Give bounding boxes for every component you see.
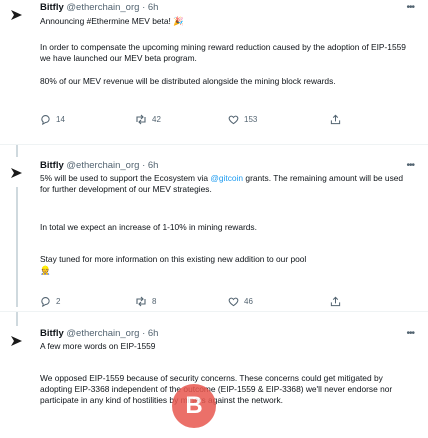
reply-count: 14 (56, 115, 65, 124)
reply-icon (41, 115, 50, 125)
tweet-text: 5% will be used to support the Ecosystem… (40, 173, 404, 194)
watermark-logo: B (172, 384, 216, 428)
more-options-icon[interactable]: ••• (406, 160, 414, 171)
like-button[interactable]: 153 (228, 114, 257, 125)
more-options-icon[interactable]: ••• (406, 2, 414, 13)
avatar[interactable] (6, 162, 28, 184)
retweet-button[interactable]: 8 (135, 296, 156, 307)
user-handle[interactable]: @etherchain_org (66, 160, 139, 171)
tweet-actions: 14 42 153 (40, 114, 414, 126)
retweet-button[interactable]: 42 (135, 114, 161, 125)
bitfly-logo-icon (11, 10, 22, 20)
like-count: 46 (244, 297, 253, 306)
reply-count: 2 (56, 297, 61, 306)
tweet-headline: Announcing #Ethermine MEV beta! 🎉 (40, 16, 184, 26)
tweet-actions: 2 8 46 (40, 296, 414, 308)
like-button[interactable]: 46 (228, 296, 253, 307)
retweet-count: 42 (152, 115, 161, 124)
timestamp[interactable]: 6h (148, 2, 159, 13)
avatar[interactable] (6, 330, 28, 352)
share-icon (330, 296, 341, 307)
like-count: 153 (244, 115, 258, 124)
retweet-icon (136, 296, 146, 307)
thread-line (16, 145, 18, 157)
tweet-header: Bitfly @etherchain_org · 6h (40, 160, 159, 171)
reply-button[interactable]: 14 (40, 114, 65, 125)
bitfly-logo-icon (11, 336, 22, 346)
share-button[interactable] (330, 114, 341, 125)
tweet-text: In total we expect an increase of 1-10% … (40, 222, 257, 232)
mention-link[interactable]: @gitcoin (210, 173, 243, 183)
timestamp[interactable]: 6h (148, 328, 159, 339)
share-icon (330, 114, 341, 125)
display-name[interactable]: Bitfly (40, 160, 64, 171)
reply-icon (41, 297, 50, 307)
tweet-text: Stay tuned for more information on this … (40, 254, 307, 275)
tweet-text: In order to compensate the upcoming mini… (40, 42, 406, 63)
bitfly-logo-icon (11, 168, 22, 178)
share-button[interactable] (330, 296, 341, 307)
divider (0, 144, 428, 145)
construction-worker-emoji: 👷 (40, 265, 51, 275)
user-handle[interactable]: @etherchain_org (66, 2, 139, 13)
tweet-text: We opposed EIP-1559 because of security … (40, 373, 393, 405)
heart-icon (228, 115, 239, 125)
display-name[interactable]: Bitfly (40, 328, 64, 339)
tweet-header: Bitfly @etherchain_org · 6h (40, 2, 159, 13)
tweet-text: 80% of our MEV revenue will be distribut… (40, 76, 336, 86)
heart-icon (228, 297, 239, 307)
thread-line (16, 187, 18, 307)
tweet-header: Bitfly @etherchain_org · 6h (40, 328, 159, 339)
thread-line (16, 312, 18, 326)
tweet-headline: A few more words on EIP-1559 (40, 341, 156, 351)
timestamp[interactable]: 6h (148, 160, 159, 171)
retweet-count: 8 (152, 297, 157, 306)
user-handle[interactable]: @etherchain_org (66, 328, 139, 339)
display-name[interactable]: Bitfly (40, 2, 64, 13)
avatar[interactable] (6, 4, 28, 26)
retweet-icon (136, 114, 146, 125)
more-options-icon[interactable]: ••• (406, 328, 414, 339)
reply-button[interactable]: 2 (40, 296, 60, 307)
divider (0, 311, 428, 312)
